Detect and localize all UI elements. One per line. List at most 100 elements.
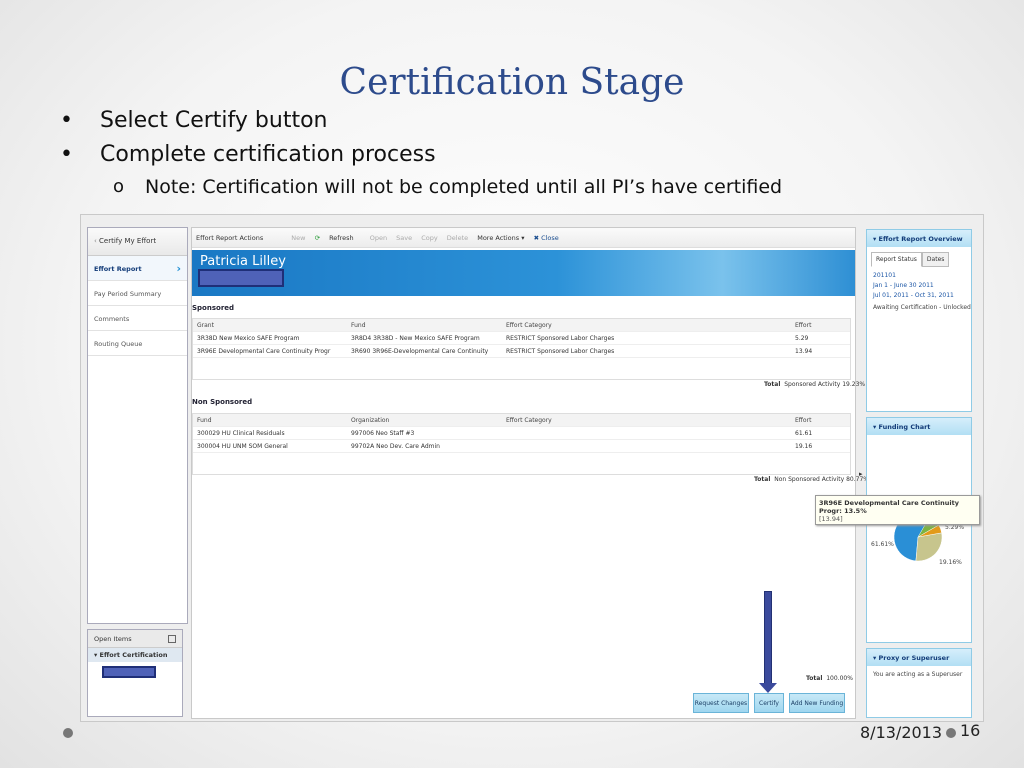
redacted-field (198, 269, 284, 287)
chart-tooltip: 3R96E Developmental Care Continuity Prog… (815, 495, 980, 525)
toolbar: Effort Report Actions New ⟳ Refresh Open… (192, 228, 855, 248)
new-button[interactable]: New (291, 234, 305, 242)
cell-grant: 3R96E Developmental Care Continuity Prog… (197, 348, 331, 355)
total-label: Total (754, 476, 771, 483)
copy-button[interactable]: Copy (421, 234, 438, 242)
total-label: Total (806, 675, 823, 682)
bullet-item-2: • Complete certification process (0, 142, 1024, 172)
open-button[interactable]: Open (370, 234, 387, 242)
sub-bullet-item: o Note: Certification will not be comple… (0, 176, 1024, 202)
nav-item-label: Comments (94, 315, 130, 323)
funding-chart-header[interactable]: ▾ Funding Chart (867, 418, 971, 435)
column-header[interactable]: Effort (795, 322, 811, 329)
grand-total: Total 100.00% (806, 675, 853, 682)
table-row[interactable]: 3R38D New Mexico SAFE Program 3R8D4 3R38… (193, 332, 850, 345)
report-status-text: Awaiting Certification - Unlocked (873, 304, 971, 311)
non-sponsored-title: Non Sponsored (192, 398, 253, 406)
effort-certification-group[interactable]: ▾ Effort Certification (88, 648, 182, 662)
report-period-code[interactable]: 201101 (873, 272, 896, 279)
sub-bullet-text: Note: Certification will not be complete… (145, 176, 783, 198)
nav-item-pay-period-summary[interactable]: Pay Period Summary (88, 281, 187, 306)
sponsored-title: Sponsored (192, 304, 235, 312)
effort-report-panel: Effort Report Actions New ⟳ Refresh Open… (191, 227, 869, 719)
cell-organization: 997006 Neo Staff #3 (351, 430, 415, 437)
sponsored-total: Total Sponsored Activity 19.23% (764, 381, 865, 388)
cell-organization: 99702A Neo Dev. Care Admin (351, 443, 440, 450)
certify-button[interactable]: Certify (754, 693, 784, 713)
certification-window[interactable]: Jul 01, 2011 - Oct 31, 2011 (873, 292, 954, 299)
overview-header[interactable]: ▾ Effort Report Overview (867, 230, 971, 247)
table-row[interactable]: 300004 HU UNM SOM General 99702A Neo Dev… (193, 440, 850, 453)
nav-item-routing-queue[interactable]: Routing Queue (88, 331, 187, 356)
pie-slice-olive[interactable] (915, 532, 943, 562)
column-header[interactable]: Organization (351, 417, 389, 424)
pie-label: 61.61% (871, 541, 894, 548)
nav-header[interactable]: ‹ Certify My Effort (88, 228, 187, 256)
sponsored-grid: Grant Fund Effort Category Effort 3R38D … (192, 318, 851, 380)
nav-item-label: Routing Queue (94, 340, 143, 348)
window-icon[interactable] (168, 635, 176, 643)
delete-button[interactable]: Delete (447, 234, 468, 242)
cell-grant: 3R38D New Mexico SAFE Program (197, 335, 300, 342)
close-button[interactable]: ✖ Close (534, 234, 559, 242)
footer-dot-right (946, 728, 956, 738)
add-new-funding-button[interactable]: Add New Funding (789, 693, 845, 713)
bullet-text: Select Certify button (100, 108, 328, 133)
nav-header-label: Certify My Effort (99, 237, 157, 245)
column-header[interactable]: Fund (197, 417, 212, 424)
tab-dates[interactable]: Dates (921, 252, 950, 267)
cell-effort-category: RESTRICT Sponsored Labor Charges (506, 335, 615, 342)
request-changes-button[interactable]: Request Changes (693, 693, 749, 713)
more-actions-button[interactable]: More Actions ▾ (477, 234, 524, 242)
total-value: 100.00% (826, 675, 853, 682)
cell-effort: 5.29 (795, 335, 809, 342)
footer-dot-left (63, 728, 73, 738)
chevron-right-icon: › (176, 262, 181, 275)
tooltip-value: [13.94] (819, 515, 843, 523)
total-value: Sponsored Activity 19.23% (784, 381, 866, 388)
non-sponsored-total: Total Non Sponsored Activity 80.77% (754, 476, 869, 483)
pie-label: 19.16% (939, 559, 962, 566)
bullet-text: Complete certification process (100, 142, 436, 167)
total-label: Total (764, 381, 781, 388)
cell-fund: 300029 HU Clinical Residuals (197, 430, 285, 437)
toolbar-label: Effort Report Actions (196, 234, 264, 242)
cell-fund: 3R690 3R96E-Developmental Care Continuit… (351, 348, 489, 355)
column-header[interactable]: Effort Category (506, 322, 552, 329)
table-row[interactable]: 3R96E Developmental Care Continuity Prog… (193, 345, 850, 358)
save-button[interactable]: Save (396, 234, 412, 242)
report-period-range[interactable]: Jan 1 - June 30 2011 (873, 282, 934, 289)
effort-report-overview-panel: ▾ Effort Report Overview Report Status Da… (866, 229, 972, 412)
column-header[interactable]: Grant (197, 322, 214, 329)
non-sponsored-grid: Fund Organization Effort Category Effort… (192, 413, 851, 475)
column-header[interactable]: Effort (795, 417, 811, 424)
open-items-header: Open Items (88, 630, 182, 648)
proxy-header[interactable]: ▾ Proxy or Superuser (867, 649, 971, 666)
footer-page-number: 16 (960, 721, 981, 740)
column-header[interactable]: Effort Category (506, 417, 552, 424)
nav-item-label: Pay Period Summary (94, 290, 162, 298)
refresh-icon: ⟳ (314, 234, 323, 242)
pointer-arrow-shaft (764, 591, 772, 685)
proxy-text: You are acting as a Superuser (873, 671, 963, 678)
cell-effort: 61.61 (795, 430, 813, 437)
total-value: Non Sponsored Activity 80.77% (774, 476, 869, 483)
bullet-item-1: • Select Certify button (0, 108, 1024, 138)
table-header-row: Fund Organization Effort Category Effort (193, 414, 850, 427)
tab-report-status[interactable]: Report Status (871, 252, 922, 267)
employee-banner: Patricia Lilley (192, 250, 855, 296)
app-screenshot: ‹ Certify My Effort Effort Report › Pay … (80, 214, 984, 722)
bullet-dot: • (60, 142, 73, 167)
refresh-button[interactable]: ⟳ Refresh (315, 234, 361, 242)
left-nav-panel: ‹ Certify My Effort Effort Report › Pay … (87, 227, 188, 624)
column-header[interactable]: Fund (351, 322, 366, 329)
proxy-superuser-panel: ▾ Proxy or Superuser You are acting as a… (866, 648, 972, 718)
cell-effort: 13.94 (795, 348, 813, 355)
cell-effort-category: RESTRICT Sponsored Labor Charges (506, 348, 615, 355)
cell-fund: 300004 HU UNM SOM General (197, 443, 288, 450)
table-row[interactable]: 300029 HU Clinical Residuals 997006 Neo … (193, 427, 850, 440)
table-header-row: Grant Fund Effort Category Effort (193, 319, 850, 332)
nav-item-comments[interactable]: Comments (88, 306, 187, 331)
nav-item-effort-report[interactable]: Effort Report › (88, 256, 187, 281)
collapse-panel-icon[interactable]: ▸ (859, 470, 863, 478)
